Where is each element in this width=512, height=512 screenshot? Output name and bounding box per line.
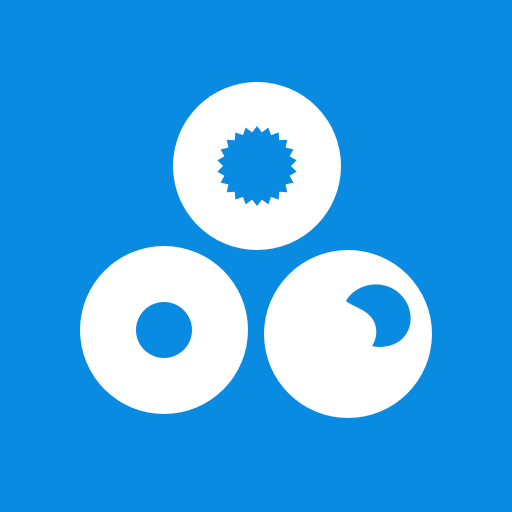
icon-background: [0, 0, 512, 512]
three-cells-icon: [0, 0, 512, 512]
bottom-right-cell: [264, 250, 432, 418]
bottom-left-cell-nucleus: [136, 302, 192, 358]
